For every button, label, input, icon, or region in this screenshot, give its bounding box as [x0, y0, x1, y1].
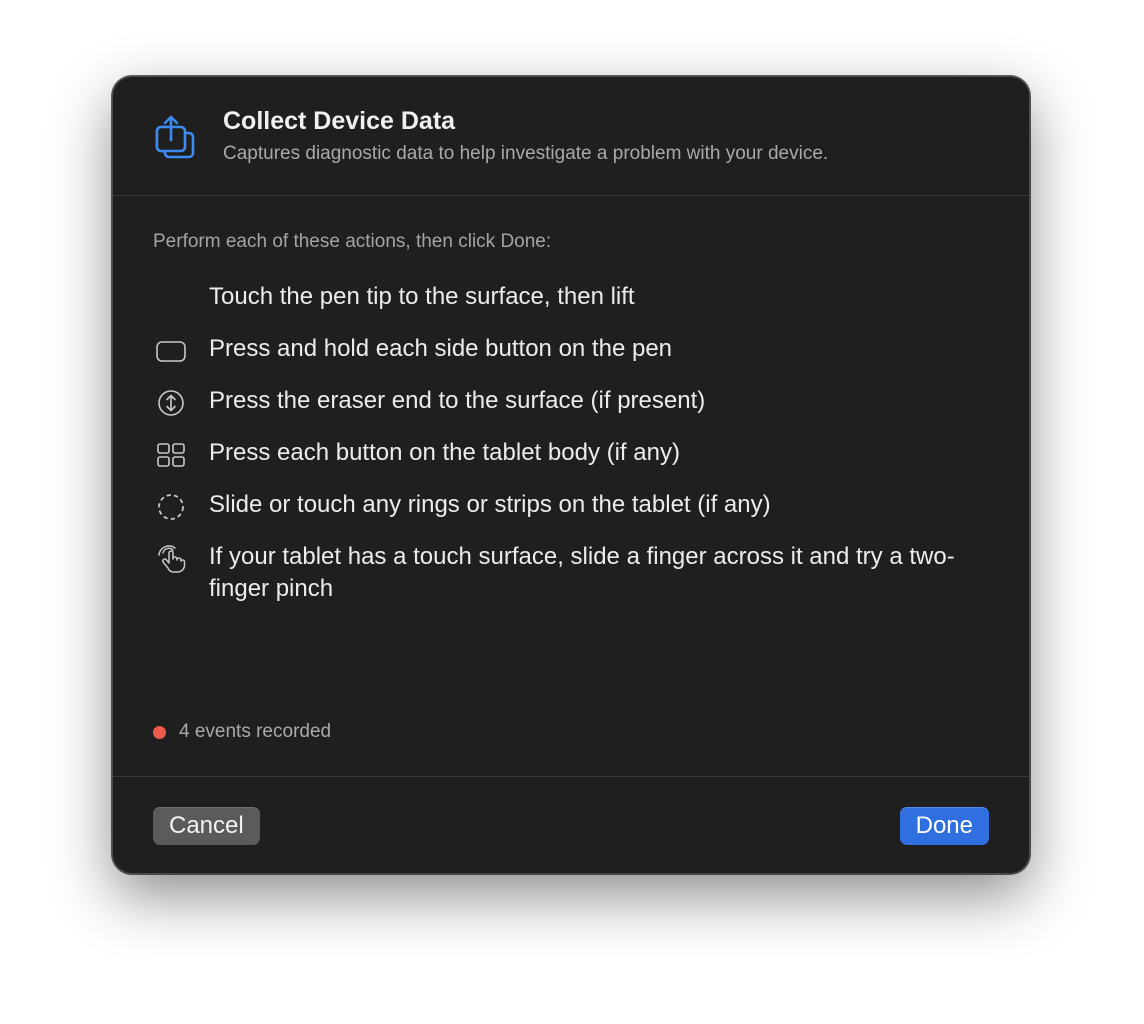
hand-tap-icon [153, 543, 189, 575]
rounded-rect-icon [153, 335, 189, 367]
dialog-title: Collect Device Data [223, 107, 456, 135]
action-label: Press each button on the tablet body (if… [209, 439, 680, 466]
dialog-subtitle: Captures diagnostic data to help investi… [223, 143, 829, 164]
events-recorded-text: 4 events recorded [179, 721, 332, 742]
action-label: If your tablet has a touch surface, slid… [209, 543, 955, 602]
instructions-text: Perform each of these actions, then clic… [153, 231, 552, 252]
share-box-icon [153, 113, 197, 161]
up-down-arrow-circle-icon [153, 387, 189, 419]
action-item-eraser: Press the eraser end to the surface (if … [153, 385, 993, 437]
action-label: Press and hold each side button on the p… [209, 335, 673, 362]
dialog-header: Collect Device Data Captures diagnostic … [113, 77, 1029, 196]
action-label: Press the eraser end to the surface (if … [209, 387, 706, 414]
collect-device-data-dialog: Collect Device Data Captures diagnostic … [112, 76, 1030, 874]
action-label: Touch the pen tip to the surface, then l… [209, 283, 635, 310]
action-label: Slide or touch any rings or strips on th… [209, 491, 771, 518]
done-button[interactable]: Done [899, 807, 989, 845]
dashed-circle-icon [153, 491, 189, 523]
action-item-touch-surface: If your tablet has a touch surface, slid… [153, 541, 993, 605]
action-item-side-button: Press and hold each side button on the p… [153, 333, 993, 385]
action-item-tablet-buttons: Press each button on the tablet body (if… [153, 437, 993, 489]
action-list: Touch the pen tip to the surface, then l… [153, 281, 993, 605]
action-item-pen-tip: Touch the pen tip to the surface, then l… [153, 281, 993, 333]
cancel-button[interactable]: Cancel [153, 807, 260, 845]
status-indicator: 4 events recorded [153, 721, 331, 743]
dialog-footer: Cancel Done [113, 776, 1029, 873]
action-item-rings-strips: Slide or touch any rings or strips on th… [153, 489, 993, 541]
grid-icon [153, 439, 189, 471]
recording-dot-icon [153, 725, 166, 739]
